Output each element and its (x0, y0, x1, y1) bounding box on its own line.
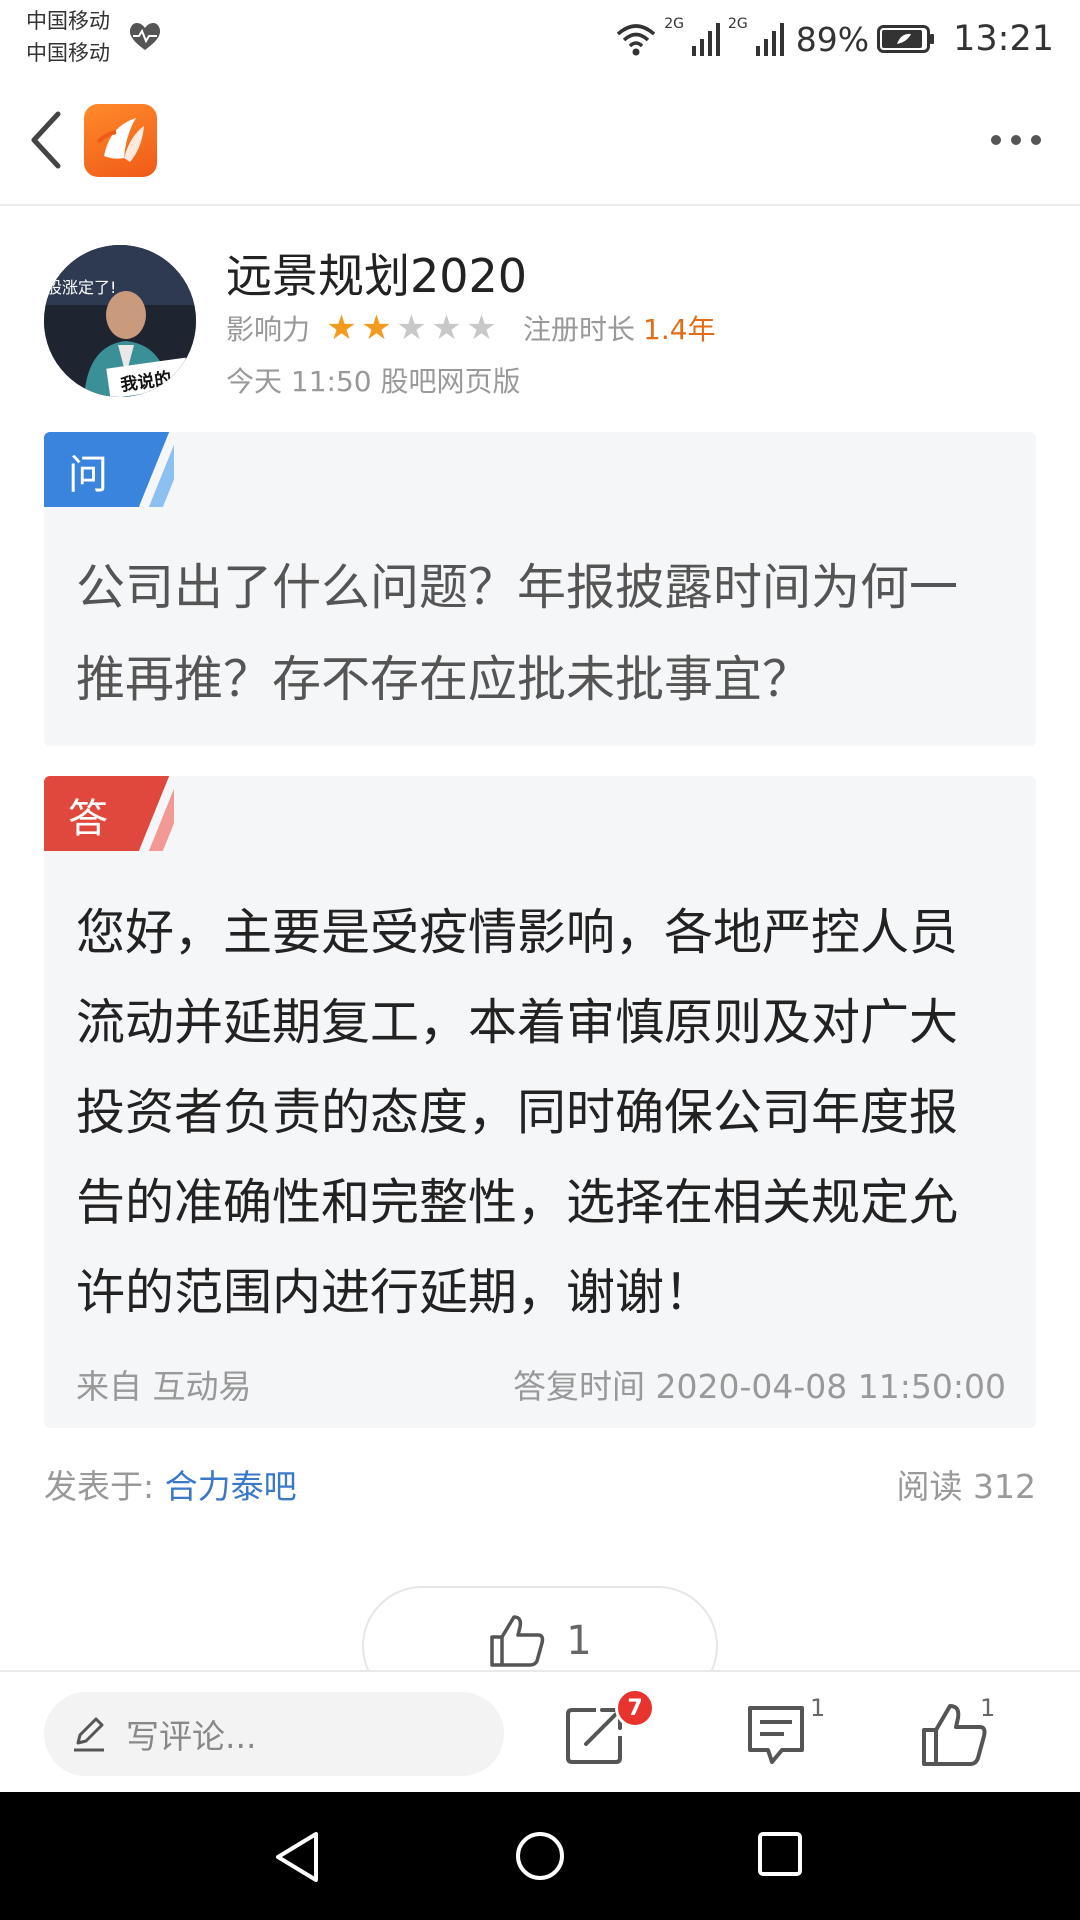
signal-icon-1 (692, 23, 720, 56)
system-nav-bar (0, 1792, 1080, 1920)
star-icon: ★ (396, 308, 427, 348)
question-tag: 问 (44, 432, 174, 507)
wifi-icon (617, 24, 656, 56)
comment-icon[interactable] (740, 1700, 812, 1770)
network-type-1: 2G (664, 16, 684, 32)
comment-input[interactable]: 写评论... (44, 1692, 504, 1776)
influence-row: 影响力 ★ ★ ★ ★ ★ 注册时长 1.4年 (226, 308, 716, 348)
influence-stars: ★ ★ ★ ★ ★ (324, 311, 499, 345)
avatar-caption-top: 股涨定了! (46, 278, 116, 297)
answer-source: 来自 互动易 (76, 1367, 252, 1406)
more-options-icon[interactable] (988, 132, 1044, 148)
nav-home-icon[interactable] (514, 1830, 566, 1882)
battery-icon (877, 25, 935, 53)
pen-icon (74, 1717, 104, 1752)
signal-icon-2 (755, 23, 784, 56)
avatar-image: 股涨定了! 我说的 (44, 245, 196, 397)
stock-bar-link[interactable]: 合力泰吧 (165, 1467, 297, 1506)
question-tag-label: 问 (68, 452, 108, 498)
question-text: 公司出了什么问题？年报披露时间为何一推再推？存不存在应批未批事宜？ (76, 559, 959, 708)
answer-tag: 答 (44, 776, 174, 851)
back-arrow-icon[interactable] (26, 108, 66, 172)
guba-logo-icon (96, 118, 144, 162)
posted-in: 发表于: 合力泰吧 (44, 1460, 297, 1508)
like-count: 1 (566, 1618, 592, 1664)
health-heart-icon (129, 22, 161, 50)
carrier-label-2: 中国移动 (26, 41, 110, 65)
author-avatar[interactable]: 股涨定了! 我说的 (44, 245, 196, 397)
comment-count: 1 (810, 1694, 826, 1722)
posted-label: 发表于: (44, 1467, 165, 1506)
battery-percent: 89% (795, 19, 870, 59)
influence-label: 影响力 (226, 313, 311, 346)
star-icon: ★ (326, 308, 357, 348)
answer-tag-label: 答 (68, 796, 108, 842)
read-count: 阅读 312 (896, 1467, 1036, 1506)
answer-text: 您好，主要是受疫情影响，各地严控人员流动并延期复工，本着审慎原则及对广大投资者负… (76, 904, 959, 1321)
title-bar (0, 80, 1080, 206)
network-type-2: 2G (728, 16, 748, 32)
answer-card: 答 您好，主要是受疫情影响，各地严控人员流动并延期复工，本着审慎原则及对广大投资… (44, 776, 1036, 1428)
status-bar: 中国移动 中国移动 2G 2G 89% 13:21 (0, 0, 1080, 80)
nav-recent-apps-icon[interactable] (756, 1830, 804, 1878)
star-icon: ★ (361, 308, 392, 348)
app-logo[interactable] (84, 104, 157, 177)
star-icon: ★ (431, 308, 462, 348)
share-badge: 7 (615, 1688, 655, 1728)
toolbar-like-count: 1 (980, 1694, 996, 1722)
author-name[interactable]: 远景规划2020 (226, 240, 527, 306)
post-meta: 今天 11:50 股吧网页版 (226, 365, 521, 398)
star-icon: ★ (466, 308, 497, 348)
answer-time: 答复时间 2020-04-08 11:50:00 (513, 1367, 1006, 1406)
registration-label: 注册时长 (523, 313, 636, 346)
question-card: 问 公司出了什么问题？年报披露时间为何一推再推？存不存在应批未批事宜？ (44, 432, 1036, 746)
carrier-label-1: 中国移动 (26, 9, 110, 33)
registration-value: 1.4年 (643, 313, 716, 346)
comment-placeholder: 写评论... (126, 1717, 257, 1756)
clock: 13:21 (953, 19, 1054, 59)
bottom-toolbar: 写评论... 7 1 1 (0, 1670, 1080, 1792)
nav-back-icon[interactable] (272, 1830, 324, 1884)
thumbs-up-icon (490, 1615, 545, 1667)
